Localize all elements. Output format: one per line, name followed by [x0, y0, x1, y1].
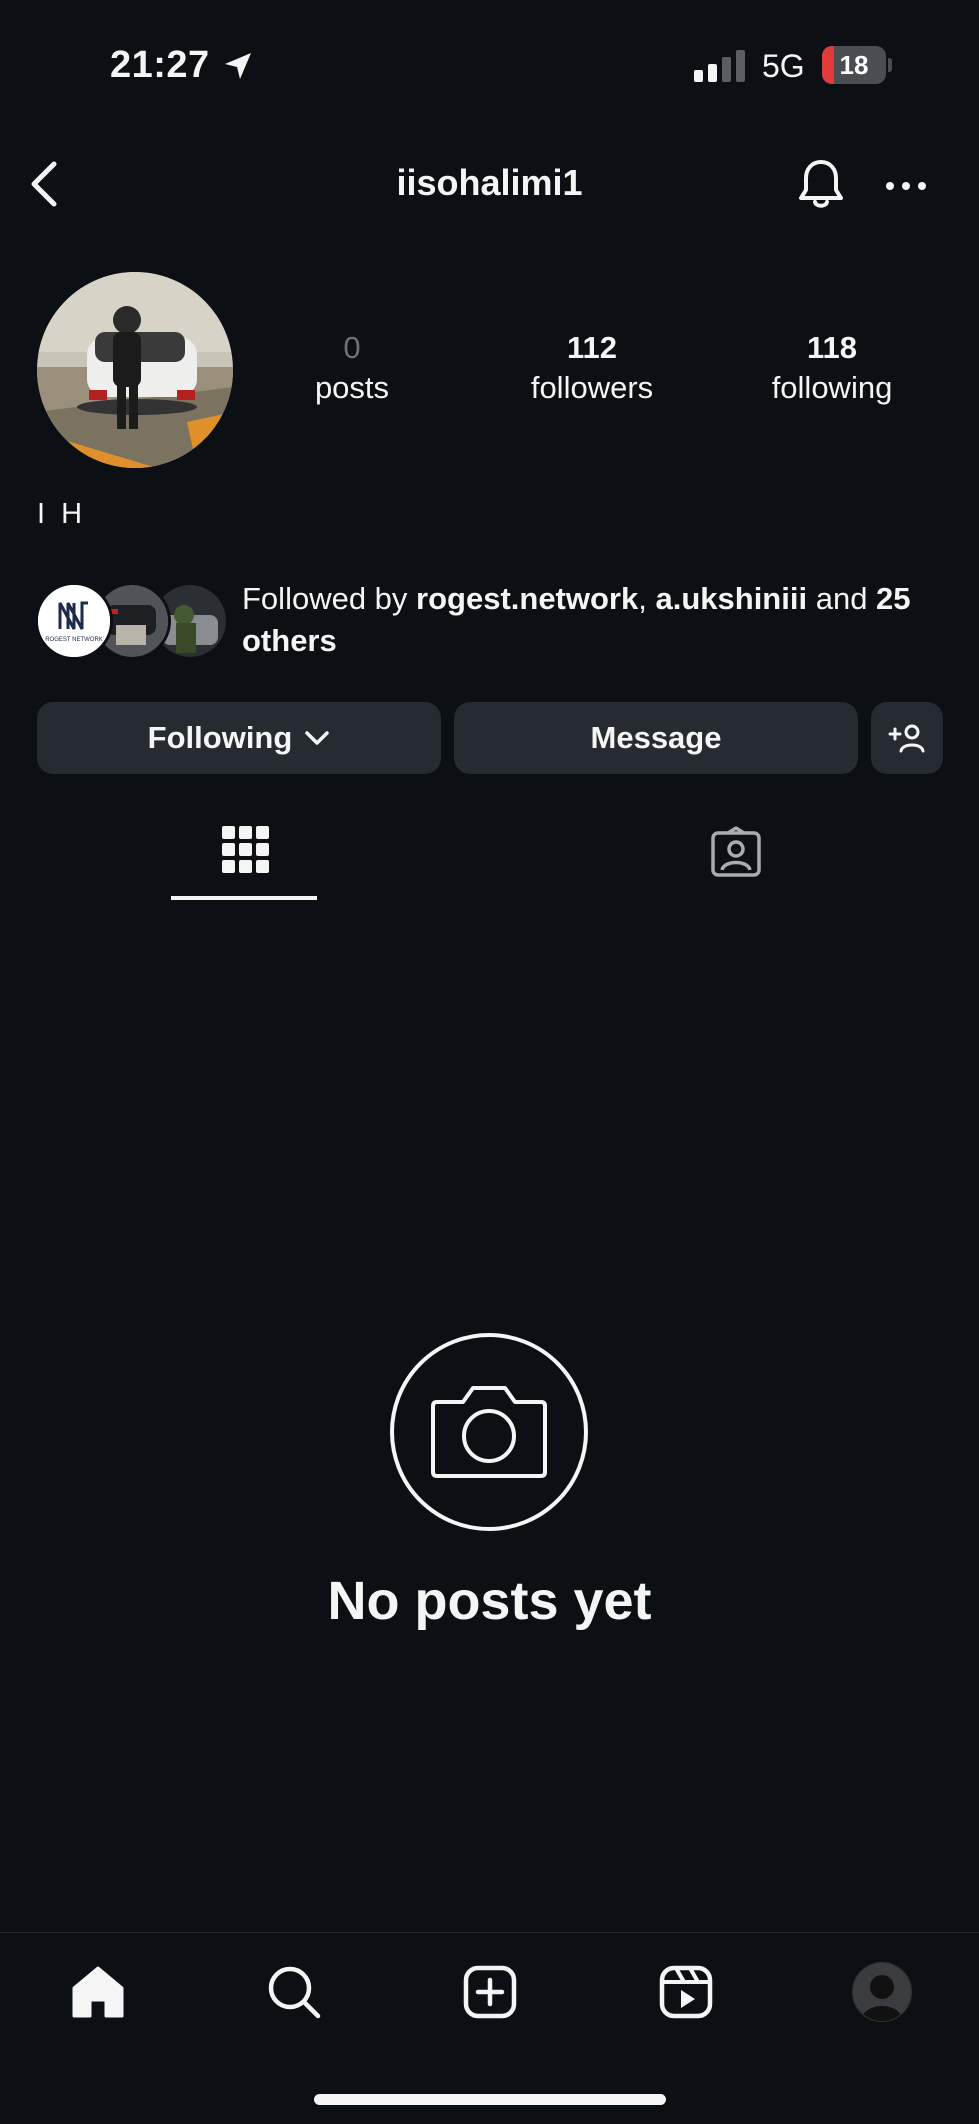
- home-icon[interactable]: [68, 1962, 128, 2022]
- profile-full-name: I H: [37, 498, 87, 530]
- network-type: 5G: [762, 48, 805, 84]
- following-stat[interactable]: 118 following: [742, 328, 922, 408]
- followed-by-and: and: [807, 581, 877, 616]
- followers-label: followers: [530, 370, 654, 405]
- posts-stat: 0 posts: [262, 328, 442, 408]
- followed-by-prefix: Followed by: [242, 581, 417, 616]
- camera-icon: [390, 1333, 588, 1531]
- message-button[interactable]: Message: [454, 702, 858, 774]
- add-person-button[interactable]: [871, 702, 943, 774]
- following-button-label: Following: [147, 720, 293, 755]
- reels-icon[interactable]: [656, 1962, 716, 2022]
- active-tab-indicator: [171, 896, 317, 900]
- followers-stat[interactable]: 112 followers: [502, 328, 682, 408]
- create-icon[interactable]: [460, 1962, 520, 2022]
- followed-by-text[interactable]: Followed by rogest.network, a.ukshiniii …: [242, 578, 952, 662]
- chevron-down-icon: [305, 731, 330, 745]
- add-person-icon: [888, 724, 925, 753]
- location-arrow-icon: [225, 53, 251, 79]
- more-horizontal-icon[interactable]: [884, 168, 928, 204]
- profile-avatar-nav[interactable]: [852, 1962, 912, 2022]
- following-button[interactable]: Following: [37, 702, 441, 774]
- home-indicator: [314, 2094, 666, 2105]
- followed-by-sep: ,: [638, 581, 656, 616]
- following-count: 118: [806, 330, 857, 365]
- following-label: following: [771, 370, 893, 405]
- mutual-avatar-rogest: ROGEST NETWORK: [35, 582, 113, 660]
- empty-state-title: No posts yet: [327, 1571, 652, 1631]
- mutual-user-1[interactable]: rogest.network: [416, 581, 638, 616]
- battery-indicator: 18: [822, 46, 892, 84]
- tagged-person-icon[interactable]: [710, 826, 762, 878]
- cellular-signal-icon: [694, 50, 745, 82]
- followers-count: 112: [566, 330, 617, 365]
- posts-count: 0: [343, 330, 361, 365]
- search-icon[interactable]: [264, 1962, 324, 2022]
- message-button-label: Message: [590, 720, 722, 755]
- bottom-nav-divider: [0, 1932, 979, 1933]
- mutual-followers-avatars[interactable]: ROGEST NETWORK: [35, 582, 229, 660]
- bell-icon[interactable]: [796, 158, 846, 212]
- posts-label: posts: [314, 370, 390, 405]
- profile-avatar[interactable]: [37, 272, 233, 468]
- rogest-logo-text: ROGEST NETWORK: [45, 637, 103, 643]
- status-time: 21:27: [110, 44, 210, 86]
- grid-icon[interactable]: [222, 826, 270, 874]
- mutual-user-2[interactable]: a.ukshiniii: [655, 581, 807, 616]
- battery-level: 18: [839, 50, 869, 80]
